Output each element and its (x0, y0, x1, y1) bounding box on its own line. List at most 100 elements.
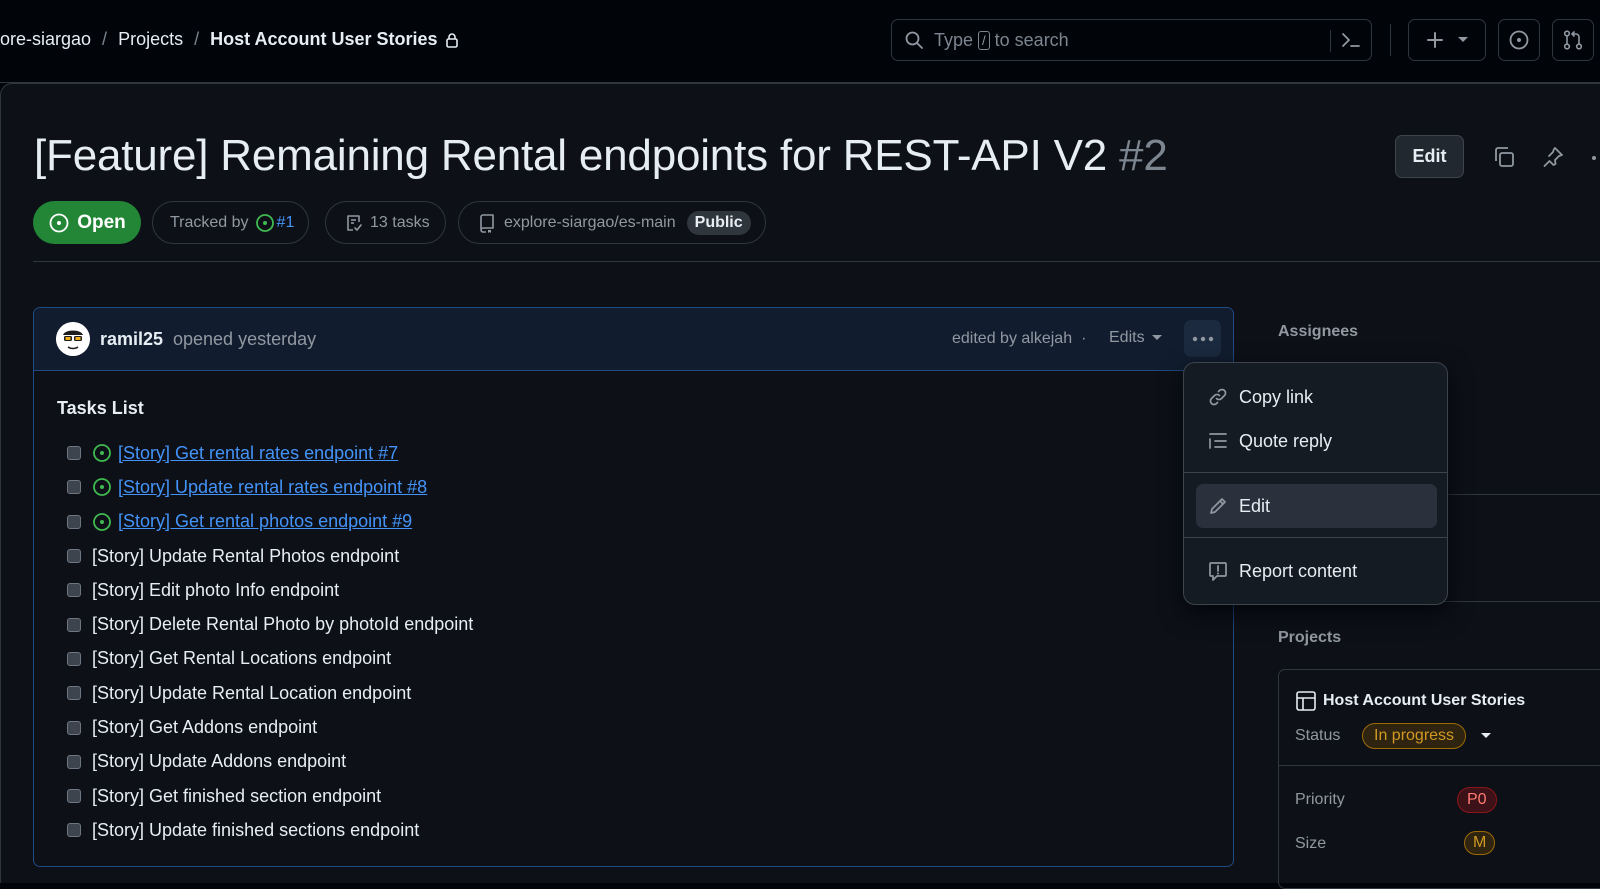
header-divider-line (33, 261, 1600, 262)
tracked-by-issue-link[interactable]: #1 (277, 214, 295, 232)
tasks-count-label: 13 tasks (370, 213, 430, 231)
task-checkbox[interactable] (67, 514, 81, 529)
edit-label: Edit (1239, 495, 1271, 516)
task-label: [Story] Get Addons endpoint (92, 717, 318, 738)
copy-link-menu-item[interactable]: Copy link (1196, 375, 1437, 419)
project-card: Host Account User Stories Status In prog… (1278, 669, 1600, 889)
task-item: [Story] Update finished sections endpoin… (67, 813, 473, 847)
breadcrumb-projects-link[interactable]: Projects (118, 29, 183, 50)
issue-state-label: Open (77, 211, 126, 233)
assignees-heading[interactable]: Assignees (1278, 323, 1358, 341)
tracked-by-pill[interactable]: Tracked by #1 (152, 201, 309, 244)
task-item: [Story] Update Rental Photos endpoint (67, 539, 473, 573)
issue-title: [Feature] Remaining Rental endpoints for… (34, 131, 1168, 181)
task-checkbox[interactable] (67, 789, 81, 804)
command-palette-icon[interactable] (1340, 29, 1362, 51)
plus-icon (1425, 30, 1445, 50)
task-issue-link[interactable]: [Story] Update rental rates endpoint #8 (118, 477, 427, 498)
task-label: [Story] Update Rental Location endpoint (92, 682, 412, 703)
task-label: [Story] Edit photo Info endpoint (92, 579, 340, 600)
task-checkbox[interactable] (67, 583, 81, 598)
issue-title-text: [Feature] Remaining Rental endpoints for… (34, 131, 1108, 180)
task-checkbox[interactable] (67, 720, 81, 735)
task-item: [Story] Update Rental Location endpoint (67, 676, 473, 710)
edits-label: Edits (1109, 329, 1145, 346)
issue-opened-icon (92, 443, 112, 463)
task-checkbox[interactable] (67, 686, 81, 701)
status-field[interactable]: In progress (1362, 723, 1492, 749)
project-title[interactable]: Host Account User Stories (1295, 690, 1525, 712)
breadcrumb-separator: / (102, 29, 108, 49)
quote-icon (1207, 430, 1229, 452)
task-item: [Story] Update rental rates endpoint #8 (67, 470, 473, 504)
priority-label: Priority (1295, 791, 1345, 808)
more-actions-icon[interactable] (1591, 155, 1599, 161)
task-issue-link[interactable]: [Story] Get rental rates endpoint #7 (118, 443, 398, 464)
caret-down-icon (1457, 36, 1469, 44)
report-icon (1207, 560, 1229, 582)
search-divider (1330, 30, 1331, 52)
priority-badge[interactable]: P0 (1457, 787, 1497, 813)
task-checkbox[interactable] (67, 446, 81, 461)
edit-title-button[interactable]: Edit (1395, 135, 1464, 178)
status-badge: In progress (1362, 723, 1467, 749)
top-header: ore-siargao / Projects / Host Account Us… (0, 0, 1600, 83)
search-placeholder-suffix: to search (994, 29, 1069, 50)
copy-icon[interactable] (1492, 145, 1516, 169)
menu-divider (1184, 472, 1447, 473)
issue-opened-icon (1508, 29, 1530, 51)
size-badge[interactable]: M (1464, 831, 1496, 855)
lock-icon (445, 32, 459, 48)
task-item: [Story] Get Rental Locations endpoint (67, 642, 473, 676)
avatar[interactable] (56, 322, 90, 356)
issues-button[interactable] (1498, 19, 1540, 61)
size-label: Size (1295, 835, 1327, 852)
quote-reply-menu-item[interactable]: Quote reply (1196, 419, 1437, 463)
projects-heading[interactable]: Projects (1278, 629, 1341, 647)
menu-divider (1184, 537, 1447, 538)
edit-menu-item[interactable]: Edit (1196, 484, 1437, 528)
search-input[interactable]: Type / to search (891, 19, 1372, 61)
task-item: [Story] Get finished section endpoint (67, 779, 473, 813)
caret-down-icon (1151, 334, 1163, 342)
comment-author[interactable]: ramil25 (100, 329, 163, 350)
create-new-button[interactable] (1408, 19, 1486, 61)
task-label: [Story] Update Addons endpoint (92, 751, 347, 772)
link-icon (1207, 386, 1229, 408)
task-label: [Story] Get Rental Locations endpoint (92, 648, 392, 669)
pencil-icon (1207, 495, 1229, 517)
report-content-menu-item[interactable]: Report content (1196, 549, 1437, 593)
breadcrumb-current-project[interactable]: Host Account User Stories (210, 29, 437, 50)
pin-icon[interactable] (1541, 145, 1565, 169)
project-name: Host Account User Stories (1323, 692, 1526, 709)
breadcrumb-separator: / (194, 29, 200, 49)
edits-history-dropdown[interactable]: Edits (1109, 329, 1163, 347)
task-item: [Story] Delete Rental Photo by photoId e… (67, 607, 473, 641)
issue-opened-icon (255, 213, 275, 233)
pull-requests-button[interactable] (1552, 19, 1594, 61)
search-shortcut-key: / (978, 30, 990, 50)
breadcrumb-owner-link[interactable]: ore-siargao (0, 29, 91, 50)
header-divider (1390, 24, 1391, 56)
task-checkbox[interactable] (67, 549, 81, 564)
git-pull-request-icon (1562, 29, 1584, 51)
task-checkbox[interactable] (67, 823, 81, 838)
issue-number: #2 (1119, 131, 1168, 180)
task-checkbox[interactable] (67, 754, 81, 769)
comment-options-button[interactable] (1184, 320, 1221, 357)
copy-link-label: Copy link (1239, 386, 1314, 407)
project-card-divider (1279, 765, 1600, 766)
tasks-count-pill[interactable]: 13 tasks (325, 201, 446, 244)
task-issue-link[interactable]: [Story] Get rental photos endpoint #9 (118, 511, 412, 532)
tasks-list-heading: Tasks List (57, 398, 144, 418)
task-checkbox[interactable] (67, 617, 81, 632)
task-checkbox[interactable] (67, 651, 81, 666)
repository-pill[interactable]: explore-siargao/es-main Public (458, 201, 766, 244)
dot-separator: · (1081, 330, 1087, 347)
issue-opened-icon (92, 512, 112, 532)
task-checkbox[interactable] (67, 480, 81, 495)
task-item: [Story] Get rental photos endpoint #9 (67, 505, 473, 539)
kebab-horizontal-icon (1192, 336, 1214, 342)
report-content-label: Report content (1239, 560, 1358, 581)
task-item: [Story] Edit photo Info endpoint (67, 573, 473, 607)
